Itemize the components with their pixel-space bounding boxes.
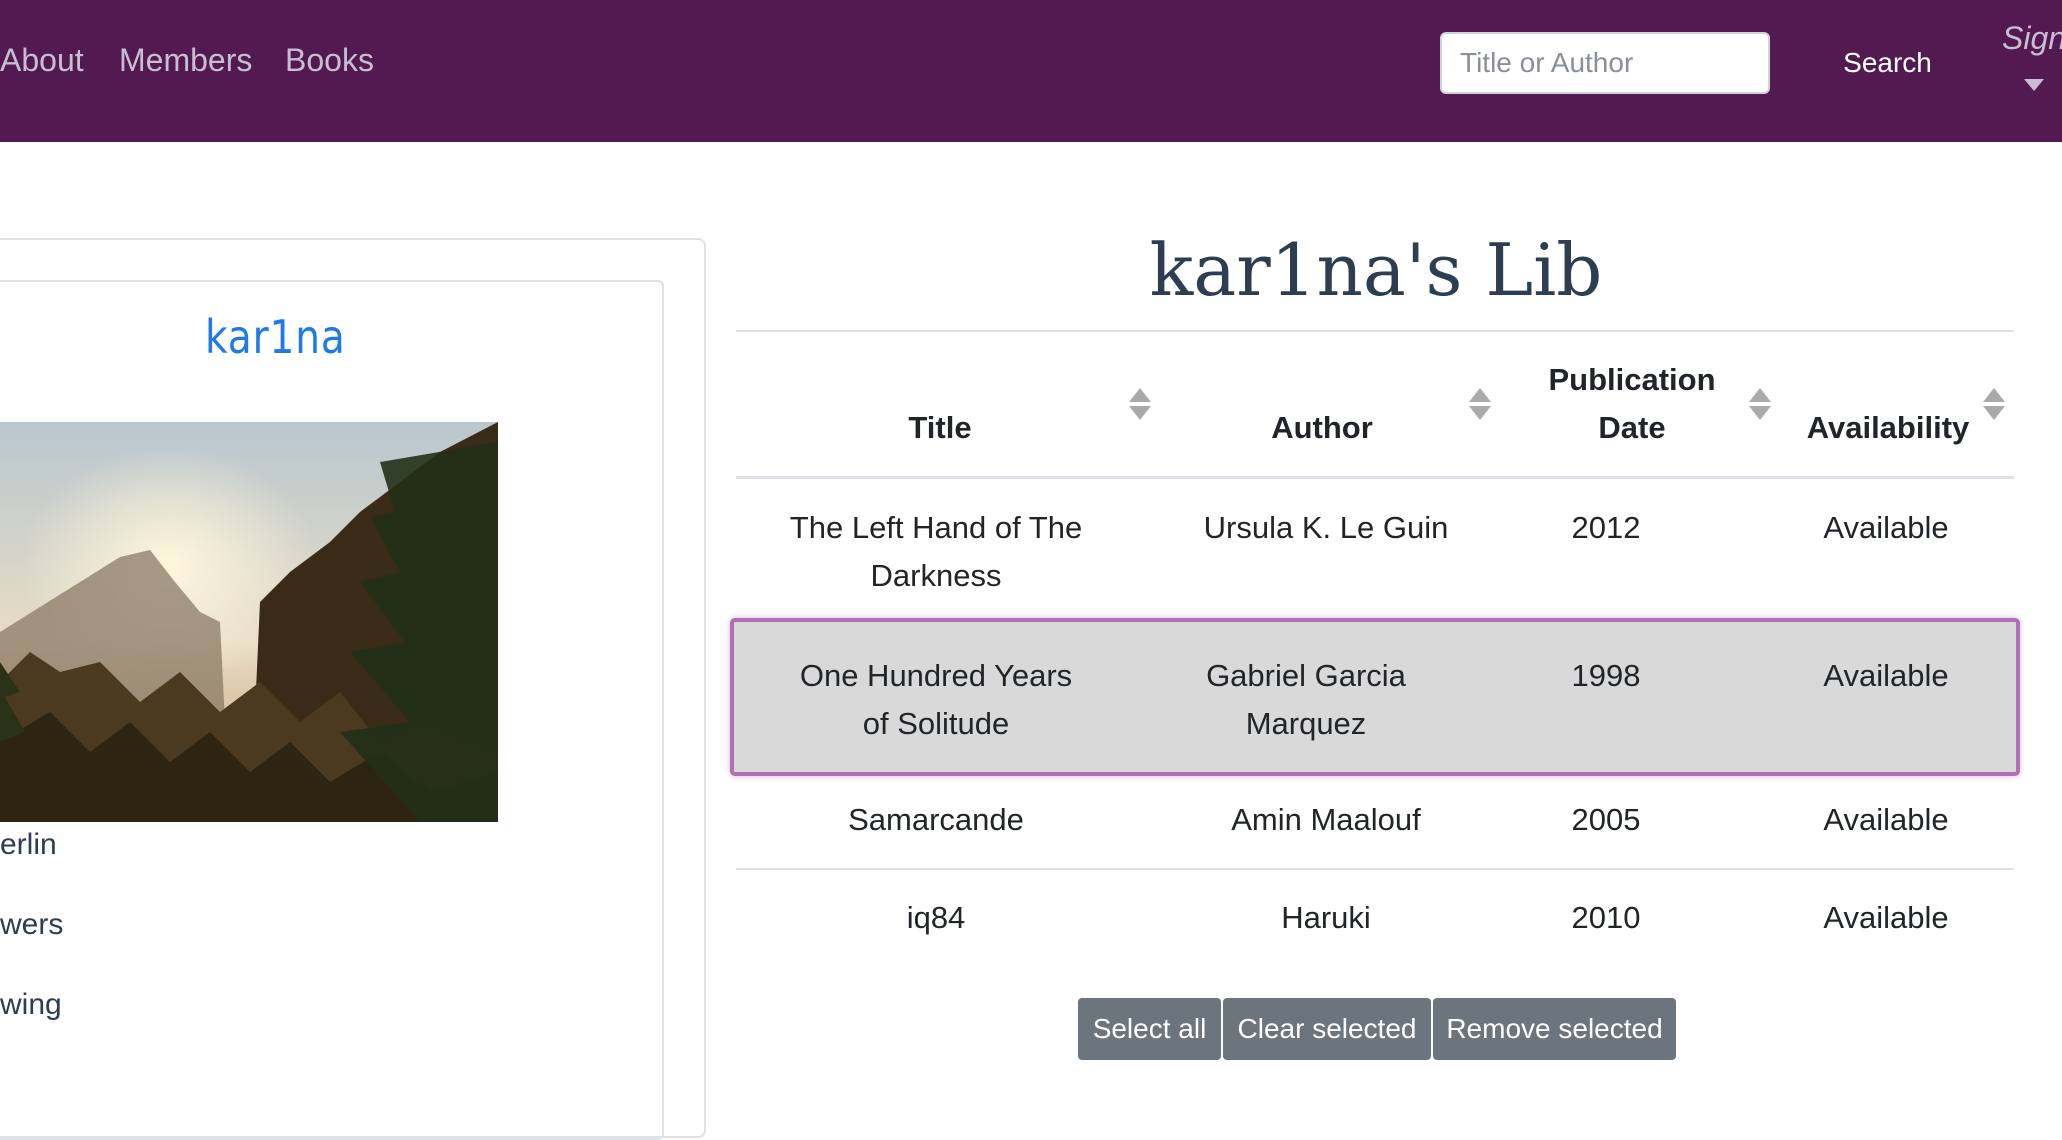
table-row[interactable]: The Left Hand of The Darkness Ursula K. … bbox=[736, 480, 2014, 618]
cell-date: 1998 bbox=[1571, 658, 1641, 693]
cell-date: 2005 bbox=[1571, 802, 1641, 837]
column-header-author[interactable]: Author bbox=[1242, 404, 1402, 452]
sort-icon[interactable] bbox=[1749, 388, 1771, 422]
top-navbar: About Members Books Search Sign bbox=[0, 0, 2062, 142]
cell-title: Samarcande bbox=[848, 802, 1024, 837]
divider bbox=[736, 330, 2014, 332]
clear-selected-button[interactable]: Clear selected bbox=[1223, 998, 1431, 1060]
nav-link-books[interactable]: Books bbox=[285, 42, 374, 79]
cell-availability: Available bbox=[1823, 510, 1949, 545]
cell-date: 2012 bbox=[1571, 510, 1641, 545]
profile-username[interactable]: kar1na bbox=[205, 310, 346, 364]
sort-icon[interactable] bbox=[1469, 388, 1491, 422]
chevron-down-icon[interactable] bbox=[2024, 79, 2044, 91]
cell-availability: Available bbox=[1823, 900, 1949, 935]
nav-link-about[interactable]: About bbox=[0, 42, 84, 79]
cell-author: Haruki bbox=[1281, 900, 1371, 935]
cell-title: The Left Hand of The Darkness bbox=[789, 510, 1083, 593]
sort-icon[interactable] bbox=[1129, 388, 1151, 422]
cell-author: Gabriel Garcia Marquez bbox=[1206, 658, 1406, 741]
table-row[interactable]: iq84 Haruki 2010 Available bbox=[736, 870, 2014, 966]
divider bbox=[736, 476, 2014, 479]
remove-selected-button[interactable]: Remove selected bbox=[1433, 998, 1676, 1060]
column-header-publication-date[interactable]: Publication Date bbox=[1522, 356, 1742, 452]
cell-title: iq84 bbox=[906, 900, 966, 935]
profile-detail: wing bbox=[0, 988, 62, 1021]
profile-detail: wers bbox=[0, 908, 64, 941]
profile-photo bbox=[0, 422, 498, 822]
page-title: kar1na's Lib bbox=[1149, 228, 1603, 312]
cell-author: Amin Maalouf bbox=[1231, 802, 1421, 837]
search-button[interactable]: Search bbox=[1820, 32, 1955, 94]
nav-link-members[interactable]: Members bbox=[119, 42, 252, 79]
cell-title: One Hundred Years of Solitude bbox=[799, 658, 1073, 741]
profile-detail: erlin bbox=[0, 828, 57, 861]
signin-dropdown-label[interactable]: Sign bbox=[2002, 20, 2062, 57]
sort-icon[interactable] bbox=[1983, 388, 2005, 422]
table-row-selected[interactable]: One Hundred Years of Solitude Gabriel Ga… bbox=[730, 618, 2020, 776]
table-row[interactable]: Samarcande Amin Maalouf 2005 Available bbox=[736, 776, 2014, 868]
column-header-title[interactable]: Title bbox=[880, 404, 1000, 452]
column-header-availability[interactable]: Availability bbox=[1800, 404, 1976, 452]
select-all-button[interactable]: Select all bbox=[1078, 998, 1221, 1060]
cell-author: Ursula K. Le Guin bbox=[1203, 510, 1449, 545]
search-input[interactable] bbox=[1440, 32, 1770, 94]
cell-availability: Available bbox=[1823, 658, 1949, 693]
cell-date: 2010 bbox=[1571, 900, 1641, 935]
cell-availability: Available bbox=[1823, 802, 1949, 837]
